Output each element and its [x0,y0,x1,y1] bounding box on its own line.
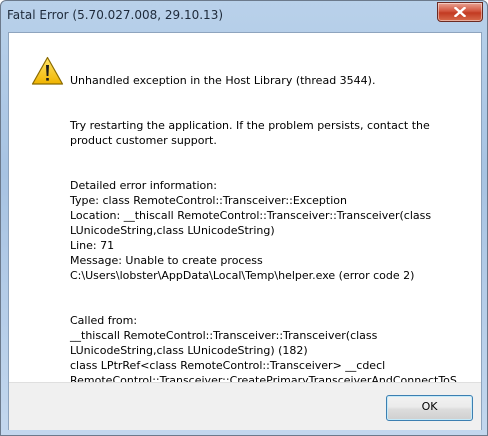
close-icon [454,7,466,17]
title-bar[interactable]: Fatal Error (5.70.027.008, 29.10.13) [1,1,487,31]
error-dialog: Fatal Error (5.70.027.008, 29.10.13) Unh… [0,0,488,436]
window-title: Fatal Error (5.70.027.008, 29.10.13) [7,8,224,22]
close-button[interactable] [437,2,483,22]
error-heading: Unhandled exception in the Host Library … [70,74,376,87]
error-details: Detailed error information: Type: class … [70,179,432,282]
dialog-body: Unhandled exception in the Host Library … [8,32,482,430]
button-bar: OK [9,382,481,430]
warning-icon [31,56,64,85]
ok-button[interactable]: OK [386,395,473,421]
error-advice: Try restarting the application. If the p… [70,119,430,147]
error-message: Unhandled exception in the Host Library … [70,58,470,435]
